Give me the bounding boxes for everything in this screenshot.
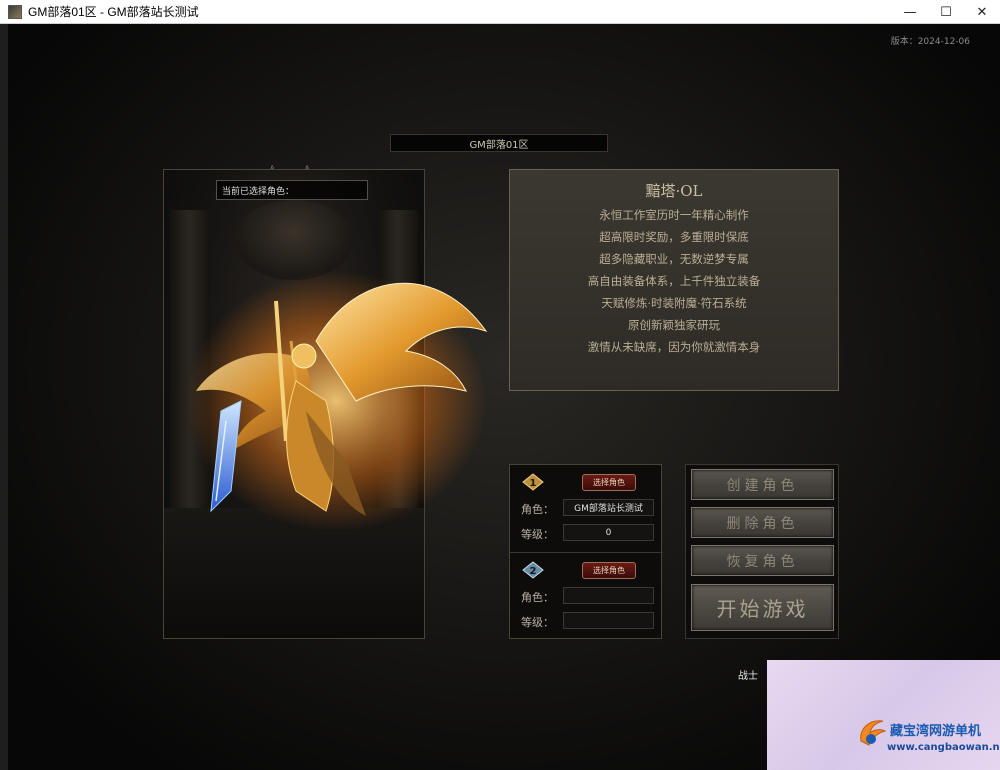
title-bar: GM部落01区 - GM部落站长测试 — ☐ ✕ (0, 0, 1000, 24)
role-name-field-2 (563, 587, 654, 604)
delete-role-button[interactable]: 删除角色 (691, 507, 834, 538)
server-name-box: GM部落01区 (390, 134, 608, 152)
left-edge (0, 24, 8, 770)
slot-number-1-icon: 1 (522, 473, 544, 491)
restore-role-button[interactable]: 恢复角色 (691, 545, 834, 576)
minimize-button[interactable]: — (892, 0, 928, 24)
role-name-field-1: GM部落站长测试 (563, 499, 654, 516)
watermark-url: www.cangbaowan.net (887, 742, 1000, 753)
select-role-button-1[interactable]: 选择角色 (582, 474, 636, 491)
watermark-name: 藏宝湾网游单机 (890, 724, 982, 739)
slot-number-2-icon: 2 (522, 561, 544, 579)
slot-number-1: 1 (530, 478, 537, 489)
game-title: 黯塔·OL (645, 182, 703, 200)
watermark-logo-icon (860, 720, 887, 746)
info-line: 超高限时奖励，多重限时保底 (599, 230, 749, 244)
current-role-field: 当前已选择角色： (216, 180, 368, 200)
level-field-2 (563, 612, 654, 629)
role-slot-2[interactable]: 2 选择角色 角色： 等级： (510, 552, 663, 638)
role-slots-panel: 1 选择角色 角色： GM部落站长测试 等级： 0 2 选择角色 角色： 等级： (509, 464, 663, 639)
info-line: 天赋修炼·时装附魔·符石系统 (601, 296, 747, 310)
role-slot-1[interactable]: 1 选择角色 角色： GM部落站长测试 等级： 0 (510, 465, 663, 551)
window-controls: — ☐ ✕ (892, 0, 1000, 24)
create-role-button[interactable]: 创建角色 (691, 469, 834, 500)
winged-warrior-character (186, 271, 488, 531)
app-icon (8, 4, 22, 19)
info-line: 原创新颖独家研玩 (628, 318, 720, 332)
level-field-1: 0 (563, 524, 654, 541)
info-line: 高自由装备体系，上千件独立装备 (587, 274, 761, 288)
role-label-2: 角色： (521, 591, 554, 604)
window-title: GM部落01区 - GM部落站长测试 (28, 5, 199, 19)
class-label: 战士 (738, 671, 758, 682)
game-info-panel: 黯塔·OL 永恒工作室历时一年精心制作 超高限时奖励，多重限时保底 超多隐藏职业… (509, 169, 839, 391)
slot-number-2: 2 (530, 566, 537, 577)
close-button[interactable]: ✕ (964, 0, 1000, 24)
select-role-button-2[interactable]: 选择角色 (582, 562, 636, 579)
game-area: 版本：2024-12-06 GM部落01区 当前已选择角色： ᐞ ᐞ 黯塔·OL… (8, 24, 1000, 770)
info-line: 激情从未缺席，因为你就激情本身 (587, 340, 761, 354)
maximize-button[interactable]: ☐ (928, 0, 964, 24)
start-game-button[interactable]: 开始游戏 (691, 584, 834, 631)
panel-hooks: ᐞ ᐞ (270, 164, 324, 173)
game-window: GM部落01区 - GM部落站长测试 — ☐ ✕ 版本：2024-12-06 G… (0, 0, 1000, 770)
role-label-1: 角色： (521, 503, 554, 516)
info-line: 超多隐藏职业，无数逆梦专属 (599, 252, 749, 266)
version-label: 版本：2024-12-06 (890, 37, 970, 47)
watermark: 藏宝湾网游单机 www.cangbaowan.net (767, 660, 1000, 770)
info-line: 永恒工作室历时一年精心制作 (599, 208, 749, 222)
actions-panel: 创建角色 删除角色 恢复角色 开始游戏 (685, 464, 839, 639)
level-label-1: 等级： (521, 528, 554, 541)
level-label-2: 等级： (521, 616, 554, 629)
